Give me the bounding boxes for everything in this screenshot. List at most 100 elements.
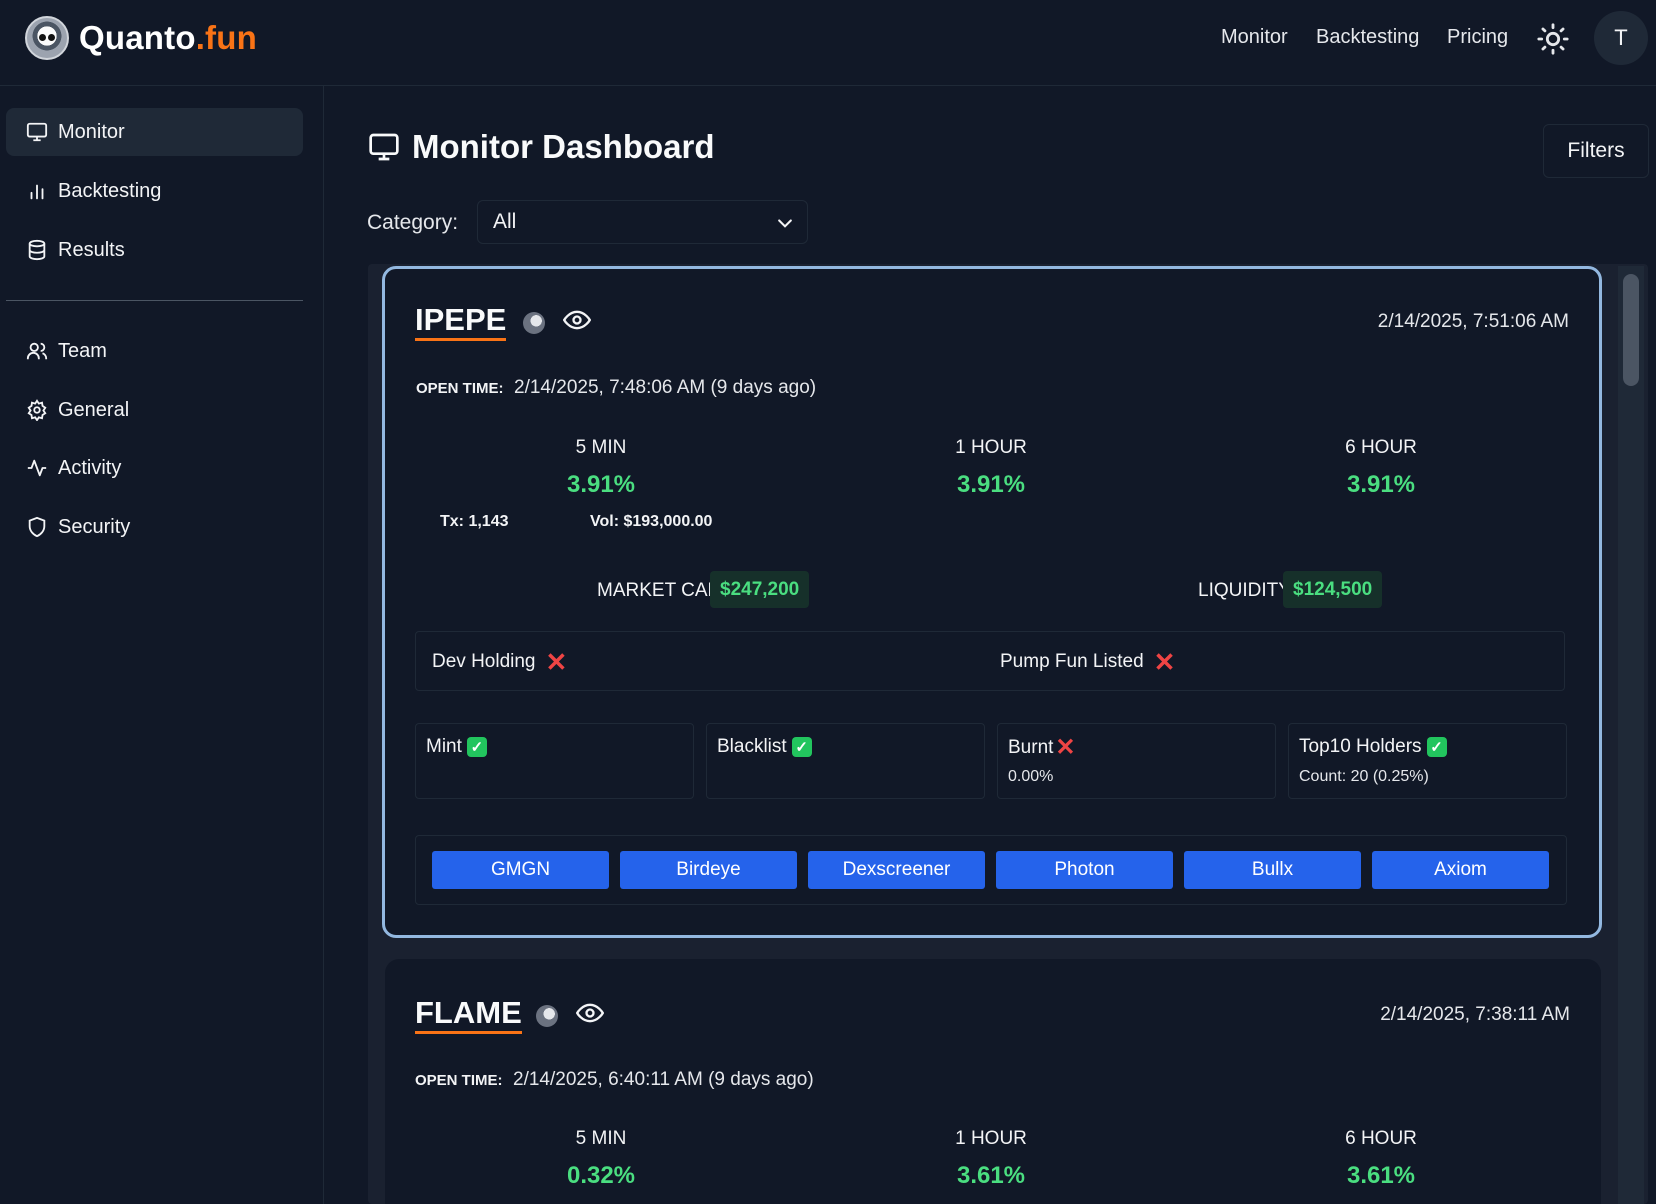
token-name[interactable]: FLAME [415,995,522,1034]
timeframe-value: 3.91% [956,471,1026,498]
nav-link-pricing[interactable]: Pricing [1447,26,1508,49]
token-logo-icon [536,1005,558,1027]
sidebar-item-results[interactable]: Results [6,226,303,274]
sidebar-item-general[interactable]: General [6,386,303,434]
activity-icon [27,459,47,477]
token-logo-icon [523,312,545,334]
token-card[interactable]: FLAME 2/14/2025, 7:38:11 AM OPEN TIME: 2… [385,959,1601,1204]
tx-count: Tx: 1,143 [440,513,509,530]
check-icon: ✓ [466,737,487,757]
list-scrollbar[interactable] [1618,266,1644,1204]
gear-icon [27,399,47,421]
timeframe-value: 3.91% [1346,471,1416,498]
timeframe-label: 1 HOUR [955,1128,1027,1149]
card-date: 2/14/2025, 7:38:11 AM [1380,1004,1570,1025]
market-cap-label: MARKET CAP [597,580,721,601]
database-icon [28,239,46,261]
liquidity-label: LIQUIDITY [1198,580,1291,601]
market-cap-value: $247,200 [710,571,810,608]
timeframe-value: 3.61% [1346,1162,1416,1189]
sidebar-item-label: Backtesting [58,179,162,202]
dev-holding-flag: Dev Holding ✕ [432,647,568,677]
token-list[interactable]: IPEPE 2/14/2025, 7:51:06 AM OPEN TIME: 2… [368,264,1648,1204]
liquidity-value: $124,500 [1283,571,1383,608]
x-mark-icon: ✕ [1055,734,1076,761]
category-label: Category: [367,211,459,234]
token-name[interactable]: IPEPE [415,302,507,341]
page-title: Monitor Dashboard [368,128,715,166]
monitor-icon [369,133,399,161]
sidebar-item-label: Team [58,339,107,362]
x-mark-icon: ✕ [1153,647,1176,677]
sidebar-item-team[interactable]: Team [6,327,303,375]
sidebar-item-security[interactable]: Security [6,503,303,551]
sidebar-item-monitor[interactable]: Monitor [6,108,303,156]
open-time-value: 2/14/2025, 6:40:11 AM (9 days ago) [513,1069,814,1090]
category-select[interactable]: All [477,200,808,244]
monitor-icon [26,122,48,142]
photon-button[interactable]: Photon [996,851,1173,889]
sidebar-item-backtesting[interactable]: Backtesting [6,167,303,215]
bullx-button[interactable]: Bullx [1184,851,1361,889]
sun-icon[interactable] [1536,22,1570,56]
scrollbar-thumb[interactable] [1623,274,1639,386]
sidebar: Monitor Backtesting Results Team General… [0,86,324,1204]
shield-icon [28,516,46,538]
open-time-label: OPEN TIME: [415,1072,503,1089]
security-check-top10-holders: Top10 Holders ✓ Count: 20 (0.25%) [1288,723,1567,799]
nav-link-monitor[interactable]: Monitor [1221,26,1288,49]
filters-button[interactable]: Filters [1543,124,1649,178]
security-check-label: Blacklist [717,736,787,757]
timeframe-label: 1 HOUR [955,437,1027,458]
eye-icon[interactable] [576,999,604,1027]
security-check-label: Burnt [1008,737,1054,758]
security-check-mint: Mint ✓ [415,723,694,799]
nav-link-backtesting[interactable]: Backtesting [1316,26,1419,49]
security-check-label: Top10 Holders [1299,736,1422,757]
timeframe-label: 6 HOUR [1345,1128,1417,1149]
pump-fun-listed-flag: Pump Fun Listed ✕ [1000,647,1176,677]
timeframe-label: 6 HOUR [1345,437,1417,458]
check-icon: ✓ [1426,737,1447,757]
sidebar-item-label: Security [58,515,131,538]
users-icon [26,342,48,360]
eye-icon[interactable] [563,306,591,334]
open-time-value: 2/14/2025, 7:48:06 AM (9 days ago) [514,377,817,398]
category-selected-value: All [493,210,517,233]
token-card[interactable]: IPEPE 2/14/2025, 7:51:06 AM OPEN TIME: 2… [382,266,1602,938]
dexscreener-button[interactable]: Dexscreener [808,851,985,889]
sidebar-item-activity[interactable]: Activity [6,444,303,492]
sidebar-item-label: General [58,398,130,421]
sidebar-item-label: Monitor [58,120,125,143]
open-time-label: OPEN TIME: [416,380,504,397]
flag-row: Dev Holding ✕ Pump Fun Listed ✕ [415,631,1565,691]
security-check-detail: 0.00% [1008,768,1054,785]
link-buttons-row: GMGN Birdeye Dexscreener Photon Bullx Ax… [415,835,1567,905]
page-title-text: Monitor Dashboard [412,128,715,165]
skull-logo-icon [25,16,69,60]
security-check-blacklist: Blacklist ✓ [706,723,985,799]
top-navbar: Quanto.fun Monitor Backtesting Pricing T [0,0,1656,86]
x-mark-icon: ✕ [545,647,568,677]
birdeye-button[interactable]: Birdeye [620,851,797,889]
timeframe-value: 0.32% [566,1162,636,1189]
axiom-button[interactable]: Axiom [1372,851,1549,889]
volume: Vol: $193,000.00 [590,513,713,530]
chevron-down-icon [778,219,792,228]
user-avatar[interactable]: T [1594,11,1648,65]
check-icon: ✓ [791,737,812,757]
sidebar-divider [6,300,303,301]
security-check-label: Mint [426,736,462,757]
timeframe-label: 5 MIN [575,437,627,458]
card-date: 2/14/2025, 7:51:06 AM [1377,311,1569,332]
sidebar-item-label: Results [58,238,125,261]
security-check-burnt: Burnt ✕ 0.00% [997,723,1276,799]
timeframe-value: 3.61% [956,1162,1026,1189]
gmgn-button[interactable]: GMGN [432,851,609,889]
security-check-detail: Count: 20 (0.25%) [1299,768,1429,785]
timeframe-value: 3.91% [566,471,636,498]
brand-logo[interactable]: Quanto.fun [25,16,257,60]
bar-chart-icon [30,184,44,200]
brand-name: Quanto.fun [79,19,257,56]
timeframe-label: 5 MIN [575,1128,627,1149]
